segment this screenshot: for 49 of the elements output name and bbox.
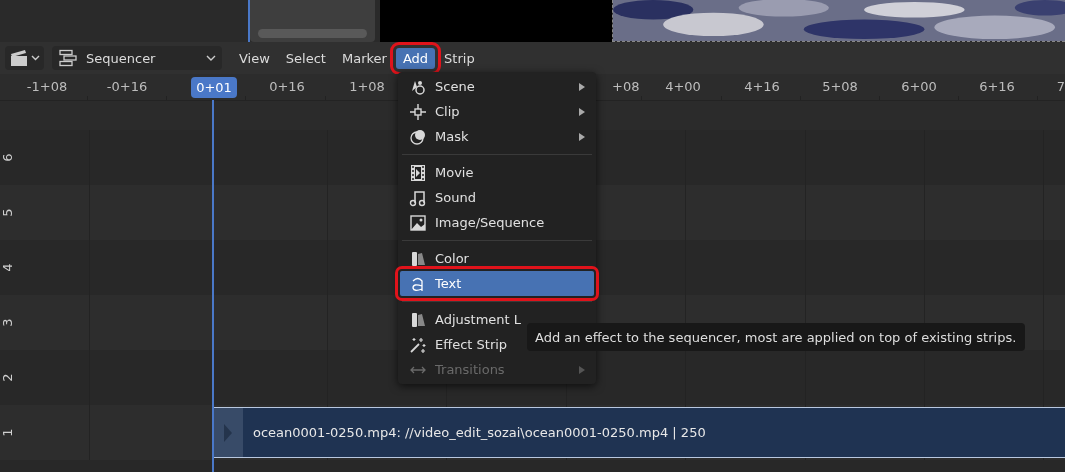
magic-wand-icon [409,335,427,354]
ruler-label: 4+00 [665,79,701,94]
menu-item[interactable]: Clip [400,99,594,124]
chevron-icon [31,55,40,61]
crosshair-icon [409,102,427,121]
video-strip[interactable]: ocean0001-0250.mp4: //video_edit_sozai\ocean0001-0250.mp4 | 250 [213,407,1065,458]
menu-item[interactable]: Mask [400,124,594,149]
strip-handle-icon[interactable] [223,422,233,443]
swatch-icon [409,310,427,329]
swatch-icon [409,249,427,268]
sequencer-icon [58,49,78,67]
ruler-label: 1+08 [349,79,385,94]
menu-item[interactable]: Sound [400,185,594,210]
playhead-line[interactable] [212,100,214,472]
chevron-icon [206,55,216,61]
ruler-label: 7 [1056,79,1065,94]
editor-type-button[interactable] [5,46,44,70]
ruler-label: 4+16 [744,79,780,94]
ruler-label: 6+16 [979,79,1015,94]
mask-icon [409,127,427,146]
menu-item[interactable]: Scene [400,74,594,99]
current-frame-indicator[interactable]: 0+01 [191,77,237,98]
menu-item[interactable]: Image/Sequence [400,210,594,235]
film-icon [409,163,427,182]
menu-item[interactable]: Select [278,47,333,69]
channel-number: 6 [0,153,15,162]
ruler-label: 6+00 [901,79,937,94]
image-icon [409,213,427,232]
ruler-label: 0+16 [269,79,305,94]
tooltip: Add an effect to the sequencer, most are applied on top of existing strips. [527,323,1025,351]
menu-item[interactable]: Strip [437,47,482,69]
channel-number: 3 [0,318,15,327]
menu-item[interactable]: View [232,47,277,69]
menu-item[interactable]: Color [400,246,594,271]
ruler-label: 5+08 [822,79,858,94]
music-note-icon [409,188,427,207]
ruler-label: -0+16 [106,79,148,94]
channel-number: 4 [0,263,15,272]
clapperboard-icon [9,49,29,67]
menu-item[interactable]: Movie [400,160,594,185]
channel-number: 2 [0,373,15,382]
scrollbar[interactable] [258,29,367,38]
ruler-label: -1+08 [26,79,68,94]
ruler-label: +08 [612,79,640,94]
strip-label: ocean0001-0250.mp4: //video_edit_sozai\ocean0001-0250.mp4 | 250 [253,425,706,440]
menu-item[interactable]: Marker [334,47,394,69]
channel-number: 1 [0,428,15,437]
editor-dropdown[interactable]: Sequencer [52,46,222,70]
channel-number: 5 [0,208,15,217]
